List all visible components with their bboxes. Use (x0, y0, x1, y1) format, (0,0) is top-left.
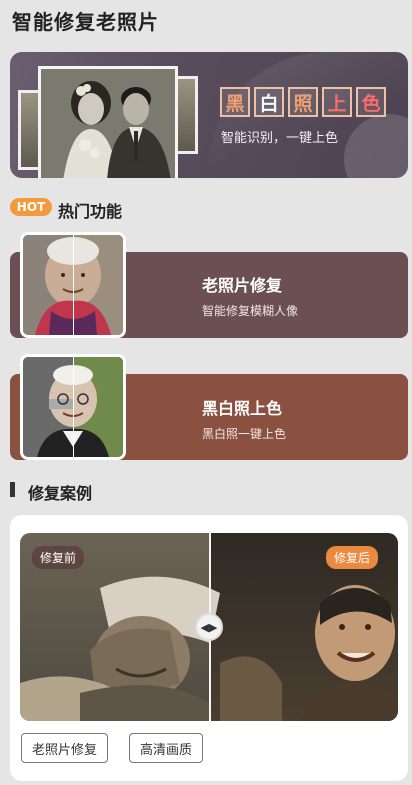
banner-title-char: 照 (288, 87, 318, 117)
compare-divider (73, 357, 74, 457)
colorize-thumbnail (20, 354, 126, 460)
hot-badge: HOT (10, 198, 52, 216)
couple-photo (38, 66, 178, 178)
compare-divider (73, 235, 74, 335)
hot-section-title: 热门功能 (58, 202, 123, 221)
after-label: 修复后 (326, 546, 379, 569)
feature-subtitle-old-photo-repair: 智能修复模糊人像 (202, 304, 299, 318)
compare-slider-handle[interactable]: ◀▶ (195, 613, 223, 641)
banner-title-char: 黑 (220, 87, 250, 117)
banner-title-char: 白 (254, 87, 284, 117)
case-tag-hd-quality[interactable]: 高清画质 (129, 733, 204, 763)
before-label: 修复前 (32, 546, 85, 569)
feature-subtitle-colorize: 黑白照一键上色 (202, 427, 287, 441)
case-tag-old-photo-repair[interactable]: 老照片修复 (21, 733, 109, 763)
feature-title-colorize: 黑白照上色 (202, 399, 283, 418)
banner-title-char: 上 (322, 87, 352, 117)
banner-title-char: 色 (356, 87, 386, 117)
banner-title: 黑白照上色 (220, 87, 386, 117)
cases-section-title: 修复案例 (28, 484, 93, 503)
arrows-left-right-icon: ◀▶ (200, 620, 218, 634)
old-photo-repair-thumbnail (20, 232, 126, 338)
section-marker (10, 482, 15, 497)
page-title: 智能修复老照片 (12, 10, 159, 34)
banner-subtitle: 智能识别，一键上色 (221, 131, 339, 146)
feature-title-old-photo-repair: 老照片修复 (202, 276, 283, 295)
